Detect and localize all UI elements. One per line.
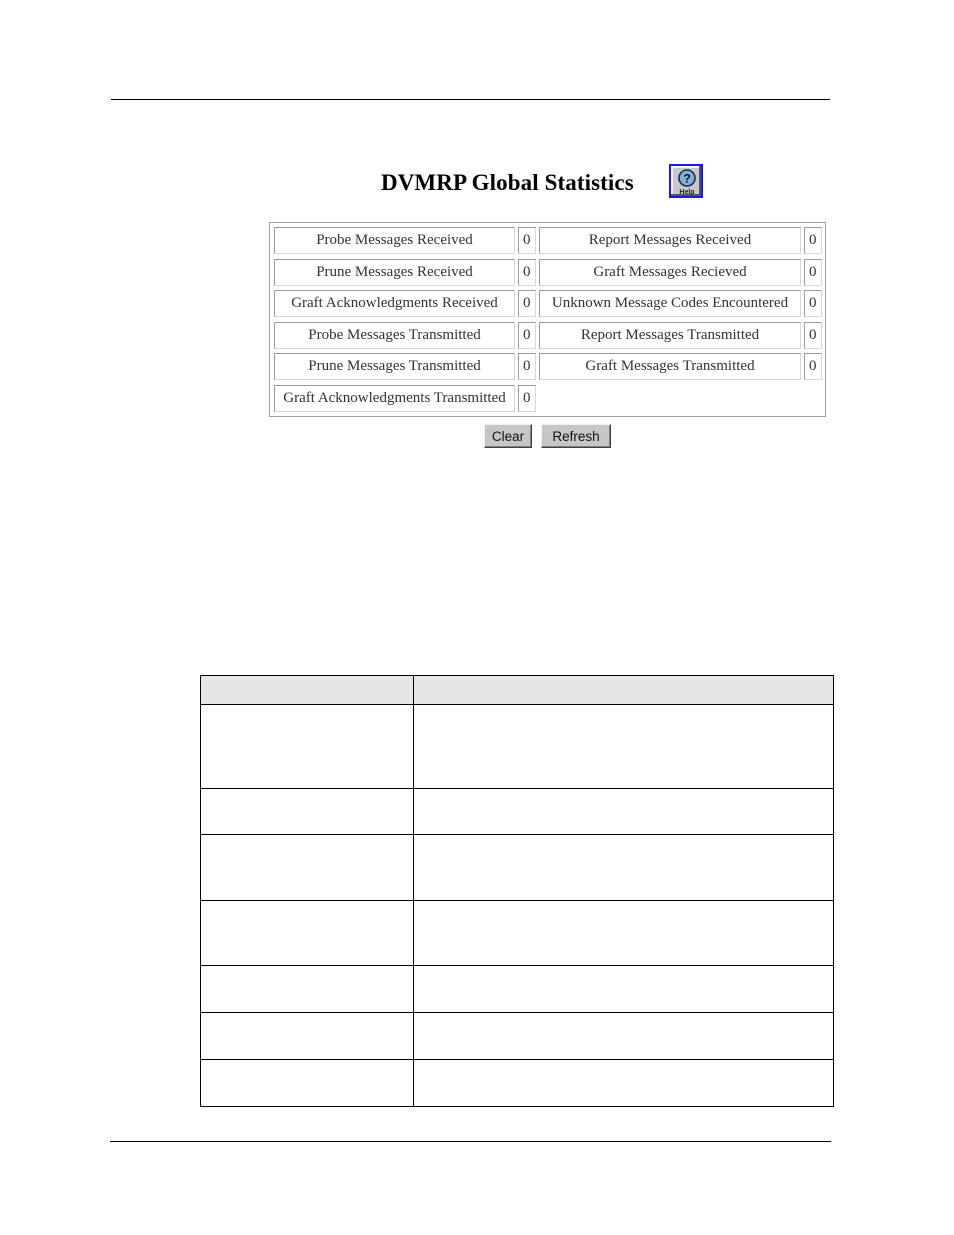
stats-table: Probe Messages Received 0 Report Message… [269,222,826,417]
stat-value: 0 [518,353,536,380]
stat-value: 0 [518,259,536,286]
title-bar: DVMRP Global Statistics ? Help [0,163,954,203]
stat-label: Graft Acknowledgments Received [274,290,515,317]
stat-value: 0 [518,290,536,317]
stat-label: Probe Messages Received [274,227,515,254]
header-cell [200,675,414,705]
header-cell [413,675,834,705]
table-cell [413,788,834,835]
table-cell [200,965,414,1013]
stat-value: 0 [804,290,822,317]
table-cell [200,788,414,835]
table-row [200,788,834,835]
table-cell [200,1059,414,1107]
table-row [200,704,834,789]
stat-label: Prune Messages Received [274,259,515,286]
stat-label: Unknown Message Codes Encountered [539,290,801,317]
table-cell [200,1012,414,1060]
stat-label: Prune Messages Transmitted [274,353,515,380]
table-cell [200,834,414,901]
table-cell [413,704,834,789]
table-cell [413,1059,834,1107]
description-table [200,675,834,1107]
stat-label: Report Messages Transmitted [539,322,801,349]
help-button[interactable]: ? Help [669,164,703,198]
table-header-row [200,675,834,705]
header-rule [111,99,830,100]
svg-text:Help: Help [679,189,694,196]
stat-label: Graft Acknowledgments Transmitted [274,385,515,412]
stat-value: 0 [804,259,822,286]
stat-label: Probe Messages Transmitted [274,322,515,349]
stat-value: 0 [804,227,822,254]
page-title: DVMRP Global Statistics [381,170,634,195]
stat-value: 0 [804,353,822,380]
stat-label: Report Messages Received [539,227,801,254]
clear-button[interactable]: Clear [484,424,532,448]
table-row [200,900,834,966]
footer-rule [110,1141,831,1142]
table-cell [413,900,834,966]
table-cell [413,834,834,901]
stat-label: Graft Messages Transmitted [539,353,801,380]
stat-value: 0 [518,227,536,254]
stat-value: 0 [804,322,822,349]
refresh-button[interactable]: Refresh [541,424,611,448]
help-question-icon: ? Help [678,169,696,196]
table-row [200,965,834,1013]
table-cell [200,704,414,789]
svg-text:?: ? [683,172,690,186]
table-row [200,1012,834,1060]
table-row [200,834,834,901]
table-row [200,1059,834,1107]
stat-value: 0 [518,322,536,349]
table-cell [200,900,414,966]
stat-label: Graft Messages Recieved [539,259,801,286]
stat-value: 0 [518,385,536,412]
action-buttons: Clear Refresh [0,424,954,450]
table-cell [413,1012,834,1060]
table-cell [413,965,834,1013]
